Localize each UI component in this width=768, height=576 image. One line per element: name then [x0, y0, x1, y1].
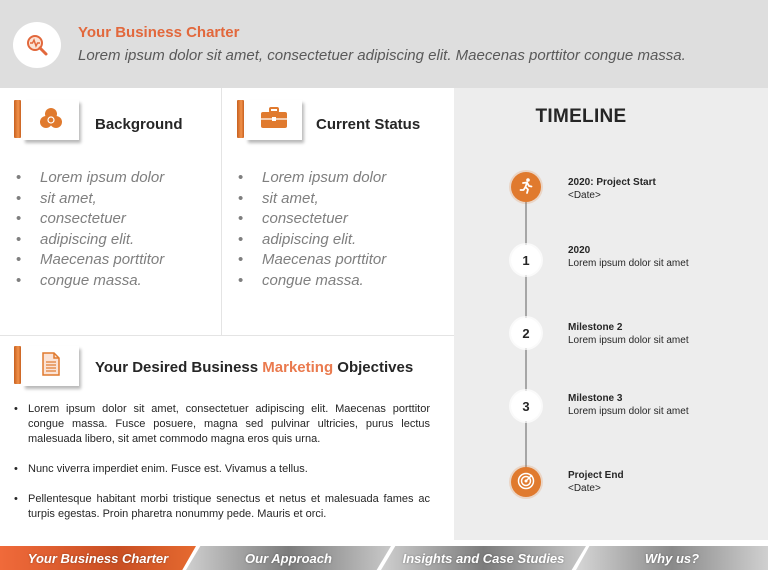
list-item: Lorem ipsum dolor sit amet, consectetuer…	[14, 402, 430, 447]
timeline-node-3: 3	[511, 391, 541, 421]
timeline-event-title: Milestone 3	[568, 393, 623, 404]
current-status-icon-tab	[237, 100, 302, 140]
nav-tab-business-charter[interactable]: Your Business Charter	[0, 546, 196, 570]
objectives-icon-tab	[14, 346, 79, 386]
timeline-event-title: 2020: Project Start	[568, 177, 656, 188]
list-item: adipiscing elit.	[238, 230, 386, 251]
list-item: Lorem ipsum dolor	[16, 168, 164, 189]
background-heading: Background	[95, 116, 183, 133]
timeline-event: 2020: Project Start <Date>	[568, 176, 656, 202]
list-item: congue massa.	[238, 271, 386, 292]
list-item: Nunc viverra imperdiet enim. Fusce est. …	[14, 462, 430, 477]
list-item: sit amet,	[238, 189, 386, 210]
timeline-title: TIMELINE	[535, 106, 627, 127]
timeline-event-detail: Lorem ipsum dolor sit amet	[568, 406, 689, 417]
list-item: Pellentesque habitant morbi tristique se…	[14, 492, 430, 522]
page-title: Your Business Charter	[78, 24, 240, 41]
list-item: congue massa.	[16, 271, 164, 292]
objectives-heading: Your Desired Business Marketing Objectiv…	[95, 359, 413, 376]
objectives-heading-accent: Marketing	[262, 359, 334, 376]
timeline-event-title: Milestone 2	[568, 322, 623, 333]
list-item: Maecenas porttitor	[16, 250, 164, 271]
current-status-list: Lorem ipsum dolor sit amet, consectetuer…	[238, 168, 386, 291]
timeline-event: Milestone 3 Lorem ipsum dolor sit amet	[568, 392, 689, 418]
footer-nav: Your Business Charter Our Approach Insig…	[0, 546, 768, 570]
timeline-event: 2020 Lorem ipsum dolor sit amet	[568, 244, 689, 270]
timeline-event: Milestone 2 Lorem ipsum dolor sit amet	[568, 321, 689, 347]
current-status-heading: Current Status	[316, 116, 421, 133]
objectives-heading-pre: Your Desired Business	[95, 359, 263, 376]
runner-icon	[517, 177, 535, 198]
list-item: Lorem ipsum dolor	[238, 168, 386, 189]
nav-tab-insights-case-studies[interactable]: Insights and Case Studies	[381, 546, 586, 570]
timeline-event-detail: <Date>	[568, 483, 601, 494]
list-item: consectetuer	[238, 209, 386, 230]
three-circles-icon	[39, 107, 63, 134]
list-item: sit amet,	[16, 189, 164, 210]
nav-tab-why-us[interactable]: Why us?	[576, 546, 768, 570]
tab-accent-bar	[237, 100, 244, 138]
magnifier-chart-icon	[13, 22, 61, 68]
timeline-node-2: 2	[511, 318, 541, 348]
target-icon	[517, 472, 535, 493]
timeline-event-detail: <Date>	[568, 190, 601, 201]
objectives-list: Lorem ipsum dolor sit amet, consectetuer…	[14, 402, 430, 537]
objectives-heading-post: Objectives	[333, 359, 414, 376]
timeline-node-start	[511, 172, 541, 202]
timeline-node-1: 1	[511, 245, 541, 275]
timeline-event-title: 2020	[568, 245, 591, 256]
header-banner: Your Business Charter Lorem ipsum dolor …	[0, 0, 768, 88]
page-subtitle: Lorem ipsum dolor sit amet, consectetuer…	[78, 47, 686, 64]
document-icon	[41, 351, 61, 381]
nav-tab-our-approach[interactable]: Our Approach	[186, 546, 391, 570]
timeline-node-end	[511, 467, 541, 497]
background-icon-tab	[14, 100, 79, 140]
timeline-event-title: Project End	[568, 470, 624, 481]
list-item: adipiscing elit.	[16, 230, 164, 251]
tab-accent-bar	[14, 100, 21, 138]
briefcase-icon	[260, 106, 288, 134]
timeline-event-detail: Lorem ipsum dolor sit amet	[568, 258, 689, 269]
list-item: Maecenas porttitor	[238, 250, 386, 271]
timeline-event-detail: Lorem ipsum dolor sit amet	[568, 335, 689, 346]
timeline-event: Project End <Date>	[568, 469, 624, 495]
background-list: Lorem ipsum dolor sit amet, consectetuer…	[16, 168, 164, 291]
list-item: consectetuer	[16, 209, 164, 230]
tab-accent-bar	[14, 346, 21, 384]
